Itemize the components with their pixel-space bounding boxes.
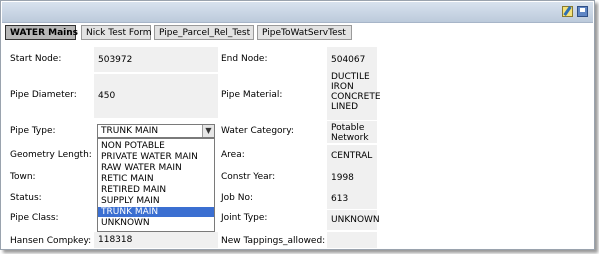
tab-pipe-parcel-rel-test[interactable]: Pipe_Parcel_Rel_Test bbox=[154, 25, 254, 40]
tab-pipe-to-wat-serv-test[interactable]: PipeToWatServTest bbox=[257, 25, 352, 40]
pipe-material-line: DUCTILE bbox=[331, 72, 370, 82]
new-tappings-label: New Tappings_allowed: bbox=[221, 236, 326, 246]
job-no-value: 613 bbox=[327, 189, 377, 209]
constr-year-value: 1998 bbox=[327, 167, 377, 189]
tab-nick-test-form[interactable]: Nick Test Form bbox=[81, 25, 152, 40]
pipe-type-option[interactable]: RETIRED MAIN bbox=[98, 185, 214, 195]
end-node-label: End Node: bbox=[221, 54, 268, 64]
hansen-compkey-label: Hansen Compkey: bbox=[10, 236, 92, 246]
tab-water-mains[interactable]: WATER Mains bbox=[5, 25, 78, 40]
end-node-value: 504067 bbox=[327, 47, 377, 72]
constr-year-label: Constr Year: bbox=[221, 172, 276, 182]
water-category-label: Water Category: bbox=[221, 126, 294, 136]
pipe-type-option-selected[interactable]: TRUNK MAIN bbox=[98, 207, 214, 217]
status-label: Status: bbox=[10, 193, 42, 203]
pipe-type-option[interactable]: RAW WATER MAIN bbox=[98, 163, 214, 173]
water-category-value: Potable Network bbox=[327, 121, 377, 143]
water-category-line: Network bbox=[331, 133, 369, 143]
pipe-type-label: Pipe Type: bbox=[10, 126, 56, 136]
pipe-class-label: Pipe Class: bbox=[10, 213, 59, 223]
edit-icon[interactable] bbox=[562, 6, 573, 17]
pipe-diameter-label: Pipe Diameter: bbox=[10, 90, 77, 100]
job-no-label: Job No: bbox=[221, 193, 254, 203]
window-title-bar bbox=[2, 2, 593, 23]
pipe-type-option[interactable]: RETIC MAIN bbox=[98, 174, 214, 184]
start-node-label: Start Node: bbox=[10, 54, 62, 64]
pipe-material-line: IRON bbox=[331, 82, 354, 92]
new-tappings-value[interactable] bbox=[327, 232, 377, 248]
area-value: CENTRAL bbox=[327, 145, 377, 167]
pipe-material-line: CONCRETE bbox=[331, 92, 381, 102]
chevron-down-icon[interactable]: ▼ bbox=[202, 125, 214, 137]
town-label: Town: bbox=[10, 172, 36, 182]
water-category-line: Potable bbox=[331, 123, 365, 133]
pipe-type-option[interactable]: UNKNOWN bbox=[98, 218, 214, 228]
joint-type-value: UNKNOWN bbox=[327, 210, 380, 230]
pipe-type-option[interactable]: PRIVATE WATER MAIN bbox=[98, 152, 214, 162]
pipe-type-dropdown: NON POTABLE PRIVATE WATER MAIN RAW WATER… bbox=[97, 138, 215, 232]
pipe-material-value: DUCTILE IRON CONCRETE LINED bbox=[327, 70, 381, 120]
pipe-type-option[interactable]: NON POTABLE bbox=[98, 141, 214, 151]
area-label: Area: bbox=[221, 150, 245, 160]
pipe-type-option[interactable]: SUPPLY MAIN bbox=[98, 196, 214, 206]
joint-type-label: Joint Type: bbox=[221, 213, 268, 223]
hansen-compkey-value: 118318 bbox=[94, 232, 218, 248]
pipe-material-line: LINED bbox=[331, 102, 359, 112]
geometry-length-label: Geometry Length: bbox=[10, 150, 92, 160]
pipe-material-label: Pipe Material: bbox=[221, 90, 283, 100]
pipe-type-selected-value: TRUNK MAIN bbox=[101, 126, 159, 136]
pipe-diameter-value: 450 bbox=[94, 74, 218, 118]
pipe-type-select[interactable]: TRUNK MAIN ▼ bbox=[97, 124, 215, 138]
start-node-value: 503972 bbox=[94, 47, 218, 72]
save-icon[interactable] bbox=[577, 6, 588, 17]
